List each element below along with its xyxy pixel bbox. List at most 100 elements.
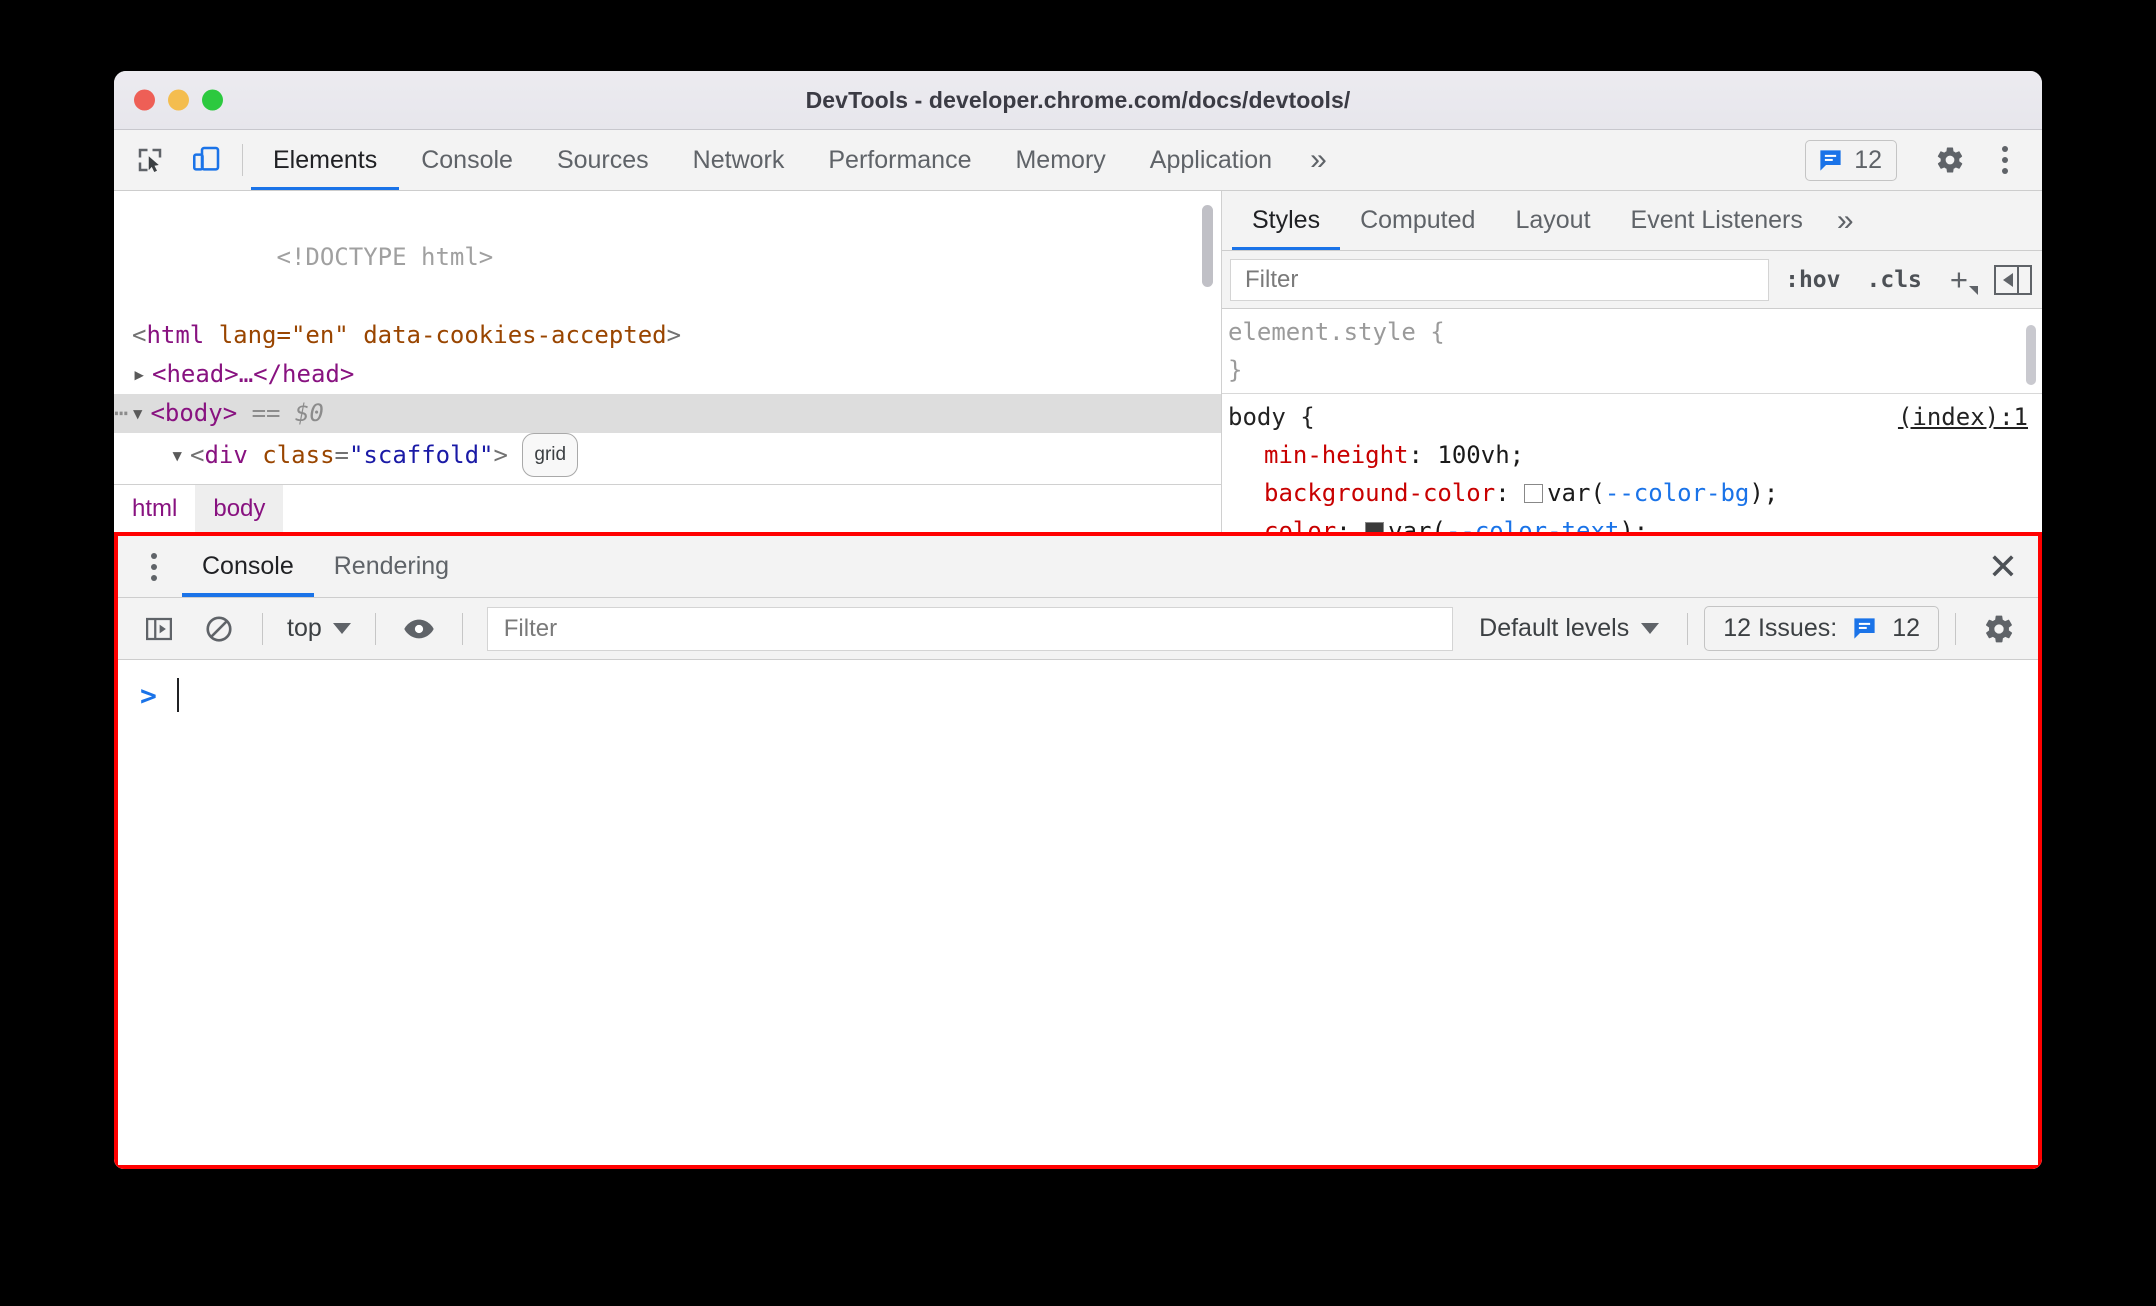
computed-sidebar-toggle-icon[interactable]: [1994, 264, 2032, 295]
dom-tree[interactable]: <!DOCTYPE html> <html lang="en" data-coo…: [114, 191, 1221, 484]
rule-source-link[interactable]: (index):1: [1898, 398, 2042, 436]
console-filter-input[interactable]: Filter: [486, 606, 1454, 651]
new-style-rule-button[interactable]: +: [1938, 262, 1978, 297]
issues-counter-button[interactable]: 12: [1805, 139, 1897, 181]
issues-message-icon: [1851, 615, 1878, 642]
inspect-cursor-icon[interactable]: [122, 130, 178, 190]
console-toolbar: top Filter Default levels 12 Issues: 12: [118, 598, 2038, 660]
styles-scrollbar[interactable]: [2026, 325, 2036, 385]
color-swatch-icon[interactable]: [1524, 484, 1544, 503]
dom-node-menu-icon[interactable]: ⋯: [114, 399, 130, 427]
breadcrumb-item-html[interactable]: html: [114, 485, 195, 532]
console-prompt-row[interactable]: >: [118, 672, 2038, 718]
settings-button[interactable]: [1922, 145, 1978, 175]
dom-tag-html: html: [146, 321, 205, 349]
tab-performance-label: Performance: [828, 145, 972, 174]
rule-selector: body {: [1228, 403, 1315, 431]
console-issues-button[interactable]: 12 Issues: 12: [1704, 606, 1939, 651]
rule-element-style[interactable]: element.style { }: [1222, 309, 2042, 394]
close-drawer-button[interactable]: ✕: [1968, 536, 2038, 597]
drawer-tabbar: Console Rendering ✕: [118, 536, 2038, 598]
declaration-property: min-height: [1264, 441, 1409, 469]
declaration-value[interactable]: 100vh;: [1437, 441, 1524, 469]
tab-network[interactable]: Network: [671, 130, 807, 190]
dom-line-doctype[interactable]: <!DOCTYPE html>: [114, 199, 1221, 316]
breadcrumb-item-body[interactable]: body: [195, 485, 284, 532]
styles-more-tabs-chevron-icon[interactable]: »: [1823, 191, 1868, 250]
clear-console-button[interactable]: [192, 614, 246, 644]
main-toolbar-right: 12: [1805, 130, 2042, 190]
window-controls[interactable]: [134, 89, 223, 111]
rule-header: (index):1 body {: [1228, 398, 2042, 436]
tab-layout[interactable]: Layout: [1495, 191, 1610, 250]
console-output-area[interactable]: >: [118, 660, 2038, 1165]
declaration-background-color[interactable]: background-color: var(--color-bg);: [1228, 474, 2042, 512]
dom-line-body[interactable]: ⋯▾ <body> == $0: [114, 394, 1221, 433]
live-expression-button[interactable]: [392, 613, 446, 645]
console-context-selector[interactable]: top: [279, 614, 359, 643]
tab-application-label: Application: [1149, 145, 1273, 174]
css-variable-name[interactable]: --color-bg: [1605, 479, 1750, 507]
tab-computed[interactable]: Computed: [1340, 191, 1495, 250]
new-style-rule-label: +: [1949, 262, 1968, 297]
window-titlebar: DevTools - developer.chrome.com/docs/dev…: [114, 71, 2042, 130]
console-prompt-chevron-icon: >: [140, 678, 157, 712]
dom-attrs-html: lang="en" data-cookies-accepted: [218, 321, 667, 349]
styles-filter-input[interactable]: Filter: [1230, 258, 1770, 301]
console-sidebar-button[interactable]: [132, 614, 186, 644]
console-toolbar-divider: [461, 612, 463, 645]
more-options-button[interactable]: [1982, 146, 2028, 174]
expand-arrow-icon[interactable]: ▸: [192, 477, 212, 484]
collapse-arrow-icon[interactable]: ▾: [130, 394, 150, 433]
dom-line-head[interactable]: ▸ <head>…</head>: [114, 355, 1221, 394]
tab-application[interactable]: Application: [1128, 130, 1294, 190]
tab-memory[interactable]: Memory: [993, 130, 1127, 190]
dom-line-html[interactable]: <html lang="en" data-cookies-accepted>: [114, 316, 1221, 355]
console-settings-button[interactable]: [1972, 613, 2026, 645]
more-tabs-chevron-icon[interactable]: »: [1294, 130, 1343, 190]
styles-rules-list[interactable]: element.style { } (index):1 body { min-h…: [1222, 309, 2042, 532]
device-toolbar-icon[interactable]: [178, 130, 234, 190]
rule-body[interactable]: (index):1 body { min-height: 100vh; back…: [1222, 394, 2042, 532]
declaration-property: background-color: [1264, 479, 1496, 507]
close-window-button[interactable]: [134, 89, 155, 111]
tab-performance[interactable]: Performance: [806, 130, 993, 190]
tab-styles[interactable]: Styles: [1232, 191, 1341, 250]
drawer-tab-rendering[interactable]: Rendering: [314, 536, 469, 597]
drawer-menu-button[interactable]: [126, 536, 182, 597]
tab-console[interactable]: Console: [399, 130, 535, 190]
tab-computed-label: Computed: [1360, 206, 1476, 234]
screen-background: DevTools - developer.chrome.com/docs/dev…: [0, 0, 2156, 1306]
declaration-property: color: [1264, 517, 1337, 532]
dom-doctype-text: <!DOCTYPE html>: [276, 243, 494, 271]
dom-line-div-scaffold[interactable]: ▾ <div class="scaffold"> grid: [114, 433, 1221, 477]
collapse-arrow-icon[interactable]: ▾: [170, 436, 190, 475]
tab-styles-label: Styles: [1252, 206, 1321, 234]
devtools-main-tabbar: Elements Console Sources Network Perform…: [114, 130, 2042, 191]
tab-event-listeners[interactable]: Event Listeners: [1611, 191, 1823, 250]
dom-tree-scrollbar[interactable]: [1202, 205, 1213, 287]
declaration-color[interactable]: color: var(--color-text);: [1228, 512, 2042, 532]
console-issues-label: 12 Issues:: [1723, 614, 1838, 642]
kebab-dot: [151, 552, 157, 559]
elements-panel: <!DOCTYPE html> <html lang="en" data-coo…: [114, 191, 1222, 532]
toggle-hover-state-button[interactable]: :hov: [1775, 267, 1850, 293]
declaration-min-height[interactable]: min-height: 100vh;: [1228, 436, 2042, 474]
expand-arrow-icon[interactable]: ▸: [132, 355, 152, 394]
css-variable-name[interactable]: --color-text: [1446, 517, 1619, 532]
breadcrumb: html body: [114, 484, 1221, 532]
tab-elements[interactable]: Elements: [251, 130, 400, 190]
dom-line-top-nav[interactable]: ▸<top-nav class="display-block hairline-…: [114, 477, 1221, 484]
maximize-window-button[interactable]: [202, 89, 223, 111]
minimize-window-button[interactable]: [168, 89, 189, 111]
toggle-element-classes-button[interactable]: .cls: [1857, 267, 1932, 293]
tab-event-listeners-label: Event Listeners: [1630, 206, 1803, 234]
console-log-levels-selector[interactable]: Default levels: [1467, 614, 1671, 643]
kebab-dot: [2002, 168, 2008, 174]
tab-sources[interactable]: Sources: [535, 130, 671, 190]
color-swatch-icon[interactable]: [1365, 522, 1385, 532]
grid-badge[interactable]: grid: [522, 433, 579, 477]
drawer-tab-console[interactable]: Console: [182, 536, 314, 597]
tab-sources-label: Sources: [556, 145, 649, 174]
console-sidebar-icon: [144, 614, 174, 644]
